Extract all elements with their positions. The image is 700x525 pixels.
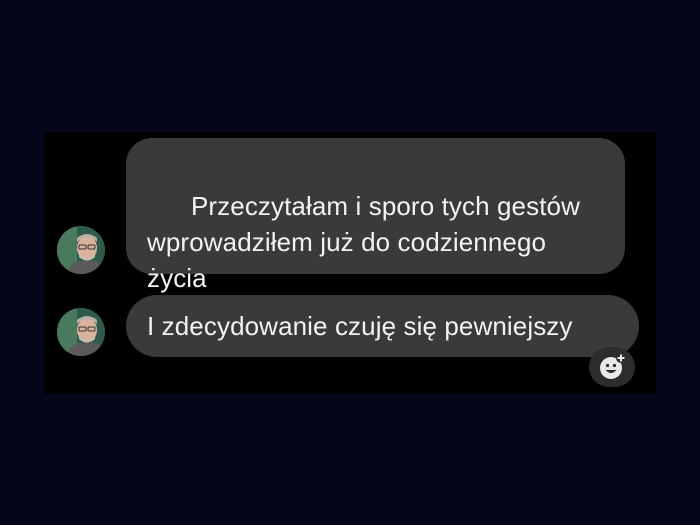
message-bubble[interactable]: Przeczytałam i sporo tych gestów wprowad…: [126, 138, 625, 293]
message-text: I zdecydowanie czuję się pewniejszy: [147, 311, 573, 341]
message-text: Przeczytałam i sporo tych gestów wprowad…: [147, 191, 580, 293]
avatar-photo-icon: [57, 308, 105, 356]
add-reaction-smiley-icon: [600, 353, 626, 379]
add-reaction-button[interactable]: [589, 347, 635, 387]
avatar-photo-icon: [57, 226, 105, 274]
message-bubble[interactable]: I zdecydowanie czuję się pewniejszy: [126, 295, 639, 357]
sender-avatar[interactable]: [57, 308, 105, 356]
chat-panel: Przeczytałam i sporo tych gestów wprowad…: [44, 132, 656, 394]
sender-avatar[interactable]: [57, 226, 105, 274]
